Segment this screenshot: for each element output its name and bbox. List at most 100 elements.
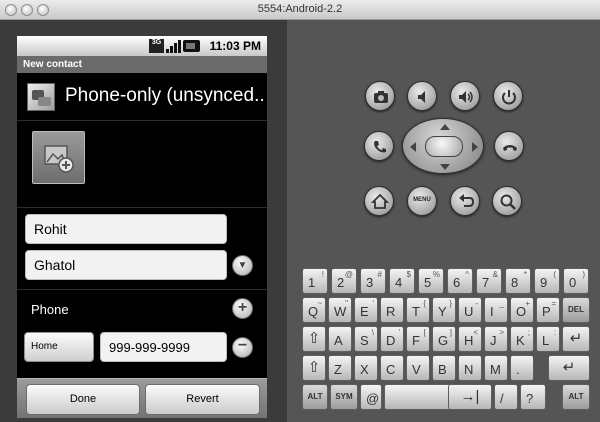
key-↵[interactable]: ↵ bbox=[562, 326, 590, 352]
key-l[interactable]: L: bbox=[536, 326, 560, 352]
key-↵[interactable]: ↵ bbox=[548, 355, 590, 381]
back-button[interactable] bbox=[450, 186, 480, 216]
key-?[interactable]: ? bbox=[520, 384, 546, 410]
key-7[interactable]: 7 & bbox=[476, 268, 502, 294]
key-label: F bbox=[412, 333, 420, 348]
end-call-button[interactable] bbox=[494, 131, 524, 161]
key-9[interactable]: 9( bbox=[534, 268, 560, 294]
key-alt-label: ^ bbox=[465, 270, 469, 279]
key-label: C bbox=[386, 362, 396, 377]
key-→|[interactable]: →| bbox=[448, 384, 492, 410]
phone-number-input[interactable]: 999-999-9999 bbox=[100, 332, 227, 362]
volume-up-button[interactable] bbox=[450, 81, 480, 111]
key-o[interactable]: O + bbox=[510, 297, 534, 323]
key-k[interactable]: K; bbox=[510, 326, 534, 352]
call-button[interactable] bbox=[364, 131, 394, 161]
key-b[interactable]: B bbox=[432, 355, 456, 381]
key-v[interactable]: V bbox=[406, 355, 430, 381]
key-i[interactable]: I _ bbox=[484, 297, 508, 323]
key-/[interactable]: / bbox=[494, 384, 518, 410]
key-alt-label: ! bbox=[321, 270, 324, 279]
key-0[interactable]: 0) bbox=[563, 268, 589, 294]
expand-name-button[interactable]: ▼ bbox=[232, 255, 253, 276]
key-label: N bbox=[464, 362, 474, 377]
key-6[interactable]: 6 ^ bbox=[447, 268, 473, 294]
key-alt-label: = bbox=[551, 299, 556, 308]
dpad-center-button[interactable] bbox=[425, 136, 463, 157]
status-icons: 3G bbox=[149, 39, 201, 53]
key-2[interactable]: 2 @ bbox=[331, 268, 357, 294]
menu-button[interactable]: MENU bbox=[407, 186, 437, 216]
volume-down-button[interactable] bbox=[407, 81, 437, 111]
home-button[interactable] bbox=[364, 186, 394, 216]
key-y[interactable]: Y} bbox=[432, 297, 456, 323]
battery-icon bbox=[183, 40, 200, 52]
keyboard-row: ⇧ Z X C V B N M. ↵ bbox=[302, 355, 590, 382]
key-⇧[interactable]: ⇧ bbox=[302, 355, 326, 381]
key-c[interactable]: C bbox=[380, 355, 404, 381]
contact-photo-button[interactable] bbox=[32, 131, 85, 184]
key-alt-label: : bbox=[553, 328, 556, 337]
window-titlebar: 5554:Android-2.2 bbox=[0, 0, 600, 20]
account-label: Phone-only (unsynced... bbox=[65, 85, 265, 106]
key-label: 0 bbox=[569, 275, 577, 290]
key-@[interactable]: @ bbox=[360, 384, 382, 410]
signal-strength-icon bbox=[166, 39, 181, 53]
key-p[interactable]: P = bbox=[536, 297, 560, 323]
dpad-up-icon[interactable] bbox=[440, 124, 450, 130]
dpad[interactable] bbox=[402, 118, 484, 174]
emulator-body: 3G 11:03 PM New contact Phone-only (unsy… bbox=[0, 20, 600, 422]
key-alt[interactable]: ALT bbox=[302, 384, 328, 410]
key-s[interactable]: S \ bbox=[354, 326, 378, 352]
key-z[interactable]: Z bbox=[328, 355, 352, 381]
key-alt-label: " bbox=[345, 299, 348, 308]
key-alt-label: $ bbox=[406, 270, 411, 279]
key-8[interactable]: 8 * bbox=[505, 268, 531, 294]
key-5[interactable]: 5% bbox=[418, 268, 444, 294]
account-row[interactable]: Phone-only (unsynced... bbox=[17, 73, 267, 121]
key-g[interactable]: G] bbox=[432, 326, 456, 352]
key-q[interactable]: Q ~ bbox=[302, 297, 326, 323]
remove-phone-button[interactable]: − bbox=[232, 337, 253, 358]
key-x[interactable]: X bbox=[354, 355, 378, 381]
dpad-right-icon[interactable] bbox=[472, 142, 478, 152]
key-w[interactable]: W " bbox=[328, 297, 352, 323]
key-alt[interactable]: ALT bbox=[562, 384, 590, 410]
key-r[interactable]: R bbox=[380, 297, 404, 323]
key-label: S bbox=[360, 333, 369, 348]
key-m[interactable]: M bbox=[484, 355, 508, 381]
key-a[interactable]: A bbox=[328, 326, 352, 352]
camera-button[interactable] bbox=[365, 81, 395, 111]
key-t[interactable]: T{ bbox=[406, 297, 430, 323]
key-alt-label: \ bbox=[371, 328, 374, 337]
first-name-input[interactable]: Rohit bbox=[25, 214, 227, 244]
key-1[interactable]: 1! bbox=[302, 268, 328, 294]
dpad-left-icon[interactable] bbox=[410, 142, 416, 152]
power-button[interactable] bbox=[493, 81, 523, 111]
done-button[interactable]: Done bbox=[26, 384, 140, 415]
key-d[interactable]: D ' bbox=[380, 326, 404, 352]
key-alt-label: @ bbox=[344, 270, 353, 279]
key-n[interactable]: N bbox=[458, 355, 482, 381]
key-sym[interactable]: SYM bbox=[330, 384, 358, 410]
dpad-down-icon[interactable] bbox=[440, 164, 450, 170]
key-u[interactable]: U- bbox=[458, 297, 482, 323]
key-e[interactable]: E ' bbox=[354, 297, 378, 323]
key-j[interactable]: J > bbox=[484, 326, 508, 352]
search-button[interactable] bbox=[492, 186, 522, 216]
last-name-input[interactable]: Ghatol bbox=[25, 250, 227, 280]
key-⇧[interactable]: ⇧ bbox=[302, 326, 326, 352]
key-f[interactable]: F[ bbox=[406, 326, 430, 352]
key-.[interactable]: . bbox=[510, 355, 534, 381]
key-4[interactable]: 4 $ bbox=[389, 268, 415, 294]
key-h[interactable]: H < bbox=[458, 326, 482, 352]
key-3[interactable]: 3 # bbox=[360, 268, 386, 294]
key-label: . bbox=[516, 362, 520, 377]
key-alt-label: > bbox=[499, 328, 504, 337]
key-label: / bbox=[500, 391, 504, 406]
key-del[interactable]: DEL bbox=[562, 297, 590, 323]
add-phone-button[interactable]: + bbox=[232, 298, 253, 319]
key-label: ? bbox=[526, 391, 534, 406]
phone-type-button[interactable]: Home bbox=[24, 332, 94, 362]
revert-button[interactable]: Revert bbox=[145, 384, 260, 415]
